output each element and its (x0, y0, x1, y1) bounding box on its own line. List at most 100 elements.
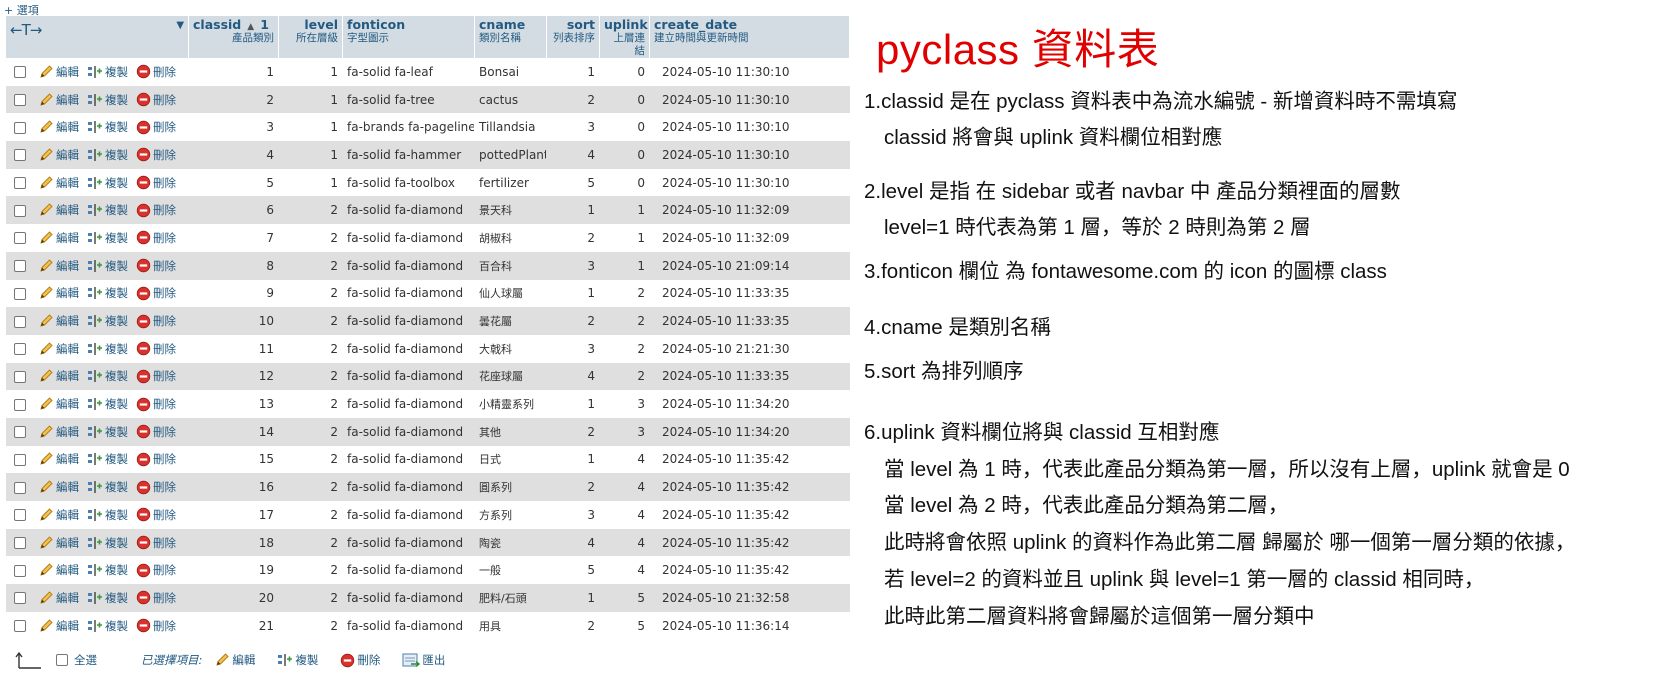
row-delete-button[interactable]: 刪除 (136, 618, 176, 634)
row-edit-button[interactable]: 編輯 (38, 202, 79, 218)
row-edit-button[interactable]: 編輯 (38, 396, 79, 412)
table-row[interactable]: 編輯 複製 刪除 20 2 fa-solid fa-diamond 肥料/石頭 1 5 2024-… (6, 584, 851, 612)
row-edit-button[interactable]: 編輯 (38, 230, 79, 246)
row-edit-button[interactable]: 編輯 (38, 285, 79, 301)
row-checkbox[interactable] (13, 66, 26, 79)
row-edit-button[interactable]: 編輯 (38, 175, 79, 191)
table-row[interactable]: 編輯 複製 刪除 7 2 fa-solid fa-diamond 胡椒科 2 1 2024-05-… (6, 224, 851, 252)
row-copy-button[interactable]: 複製 (87, 64, 128, 80)
row-delete-button[interactable]: 刪除 (136, 479, 176, 495)
row-copy-button[interactable]: 複製 (87, 313, 128, 329)
row-delete-button[interactable]: 刪除 (136, 202, 176, 218)
row-checkbox[interactable] (13, 94, 26, 107)
table-row[interactable]: 編輯 複製 刪除 6 2 fa-solid fa-diamond 景天科 1 1 2024-05-… (6, 196, 851, 225)
table-row[interactable]: 編輯 複製 刪除 17 2 fa-solid fa-diamond 方系列 3 4 2024-05… (6, 501, 851, 529)
row-delete-button[interactable]: 刪除 (136, 562, 176, 578)
row-edit-button[interactable]: 編輯 (38, 479, 79, 495)
row-copy-button[interactable]: 複製 (87, 590, 128, 606)
table-row[interactable]: 編輯 複製 刪除 11 2 fa-solid fa-diamond 大戟科 3 2 2024-05… (6, 334, 851, 363)
row-checkbox[interactable] (13, 509, 26, 522)
row-delete-button[interactable]: 刪除 (136, 368, 176, 384)
row-checkbox[interactable] (13, 370, 26, 383)
row-copy-button[interactable]: 複製 (87, 119, 128, 135)
row-delete-button[interactable]: 刪除 (136, 507, 176, 523)
row-checkbox[interactable] (13, 260, 26, 273)
table-row[interactable]: 編輯 複製 刪除 5 1 fa-solid fa-toolbox fertilizer 5 0 2… (6, 168, 851, 197)
column-header-cname[interactable]: cname 類別名稱 (475, 16, 548, 58)
row-delete-button[interactable]: 刪除 (136, 258, 176, 274)
row-delete-button[interactable]: 刪除 (136, 92, 176, 108)
row-checkbox[interactable] (13, 564, 26, 577)
table-row[interactable]: 編輯 複製 刪除 10 2 fa-solid fa-diamond 曇花屬 2 2 2024-05… (6, 307, 851, 335)
bulk-edit-button[interactable]: 編輯 (214, 652, 255, 668)
column-menu-dropdown-icon[interactable]: ▼ (176, 20, 184, 31)
row-checkbox[interactable] (13, 177, 26, 190)
row-delete-button[interactable]: 刪除 (136, 396, 176, 412)
row-checkbox[interactable] (13, 149, 26, 162)
column-nav-arrows-icon[interactable]: ←T→ (10, 17, 42, 39)
row-copy-button[interactable]: 複製 (87, 175, 128, 191)
row-edit-button[interactable]: 編輯 (38, 368, 79, 384)
row-delete-button[interactable]: 刪除 (136, 451, 176, 467)
table-row[interactable]: 編輯 複製 刪除 9 2 fa-solid fa-diamond 仙人球屬 1 2 2024-05… (6, 279, 851, 308)
row-checkbox[interactable] (13, 343, 26, 356)
table-row[interactable]: 編輯 複製 刪除 21 2 fa-solid fa-diamond 用具 2 5 2024-05-… (6, 611, 851, 640)
column-header-fonticon[interactable]: fonticon 字型圖示 (343, 16, 476, 58)
row-copy-button[interactable]: 複製 (87, 202, 128, 218)
table-row[interactable]: 編輯 複製 刪除 18 2 fa-solid fa-diamond 陶瓷 4 4 2024-05-… (6, 528, 851, 557)
bulk-copy-button[interactable]: 複製 (277, 652, 318, 668)
row-delete-button[interactable]: 刪除 (136, 313, 176, 329)
row-copy-button[interactable]: 複製 (87, 368, 128, 384)
row-edit-button[interactable]: 編輯 (38, 451, 79, 467)
row-edit-button[interactable]: 編輯 (38, 535, 79, 551)
row-copy-button[interactable]: 複製 (87, 341, 128, 357)
row-copy-button[interactable]: 複製 (87, 618, 128, 634)
row-delete-button[interactable]: 刪除 (136, 147, 176, 163)
row-copy-button[interactable]: 複製 (87, 396, 128, 412)
column-header-create-date[interactable]: create_date 建立時間與更新時間 (650, 16, 851, 58)
row-edit-button[interactable]: 編輯 (38, 618, 79, 634)
row-edit-button[interactable]: 編輯 (38, 562, 79, 578)
table-row[interactable]: 編輯 複製 刪除 19 2 fa-solid fa-diamond 一般 5 4 2024-05-… (6, 556, 851, 585)
row-edit-button[interactable]: 編輯 (38, 119, 79, 135)
row-delete-button[interactable]: 刪除 (136, 285, 176, 301)
row-copy-button[interactable]: 複製 (87, 147, 128, 163)
row-copy-button[interactable]: 複製 (87, 451, 128, 467)
check-all-checkbox[interactable] (56, 654, 68, 666)
row-delete-button[interactable]: 刪除 (136, 175, 176, 191)
row-copy-button[interactable]: 複製 (87, 285, 128, 301)
column-header-classid[interactable]: classid ▲ 1 產品類別 (189, 16, 280, 58)
row-copy-button[interactable]: 複製 (87, 92, 128, 108)
row-copy-button[interactable]: 複製 (87, 535, 128, 551)
row-copy-button[interactable]: 複製 (87, 479, 128, 495)
row-checkbox[interactable] (13, 537, 26, 550)
row-checkbox[interactable] (13, 232, 26, 245)
bulk-delete-button[interactable]: 刪除 (340, 652, 380, 668)
row-edit-button[interactable]: 編輯 (38, 92, 79, 108)
row-checkbox[interactable] (13, 426, 26, 439)
table-row[interactable]: 編輯 複製 刪除 2 1 fa-solid fa-tree cactus 2 0 2024-05-… (6, 85, 851, 114)
row-checkbox[interactable] (13, 481, 26, 494)
row-edit-button[interactable]: 編輯 (38, 424, 79, 440)
column-header-uplink[interactable]: uplink 上層連結 (600, 16, 651, 58)
row-copy-button[interactable]: 複製 (87, 258, 128, 274)
row-checkbox[interactable] (13, 315, 26, 328)
row-copy-button[interactable]: 複製 (87, 507, 128, 523)
row-edit-button[interactable]: 編輯 (38, 341, 79, 357)
bulk-export-button[interactable]: 匯出 (402, 652, 445, 668)
table-row[interactable]: 編輯 複製 刪除 16 2 fa-solid fa-diamond 圓系列 2 4 2024-05… (6, 473, 851, 501)
check-all-label[interactable]: 全選 (74, 652, 97, 668)
row-delete-button[interactable]: 刪除 (136, 230, 176, 246)
row-edit-button[interactable]: 編輯 (38, 147, 79, 163)
row-copy-button[interactable]: 複製 (87, 562, 128, 578)
row-checkbox[interactable] (13, 204, 26, 217)
row-checkbox[interactable] (13, 398, 26, 411)
row-edit-button[interactable]: 編輯 (38, 313, 79, 329)
row-checkbox[interactable] (13, 287, 26, 300)
row-delete-button[interactable]: 刪除 (136, 424, 176, 440)
row-delete-button[interactable]: 刪除 (136, 535, 176, 551)
column-header-level[interactable]: level 所在層級 (279, 16, 344, 58)
row-delete-button[interactable]: 刪除 (136, 119, 176, 135)
row-checkbox[interactable] (13, 453, 26, 466)
row-checkbox[interactable] (13, 121, 26, 134)
